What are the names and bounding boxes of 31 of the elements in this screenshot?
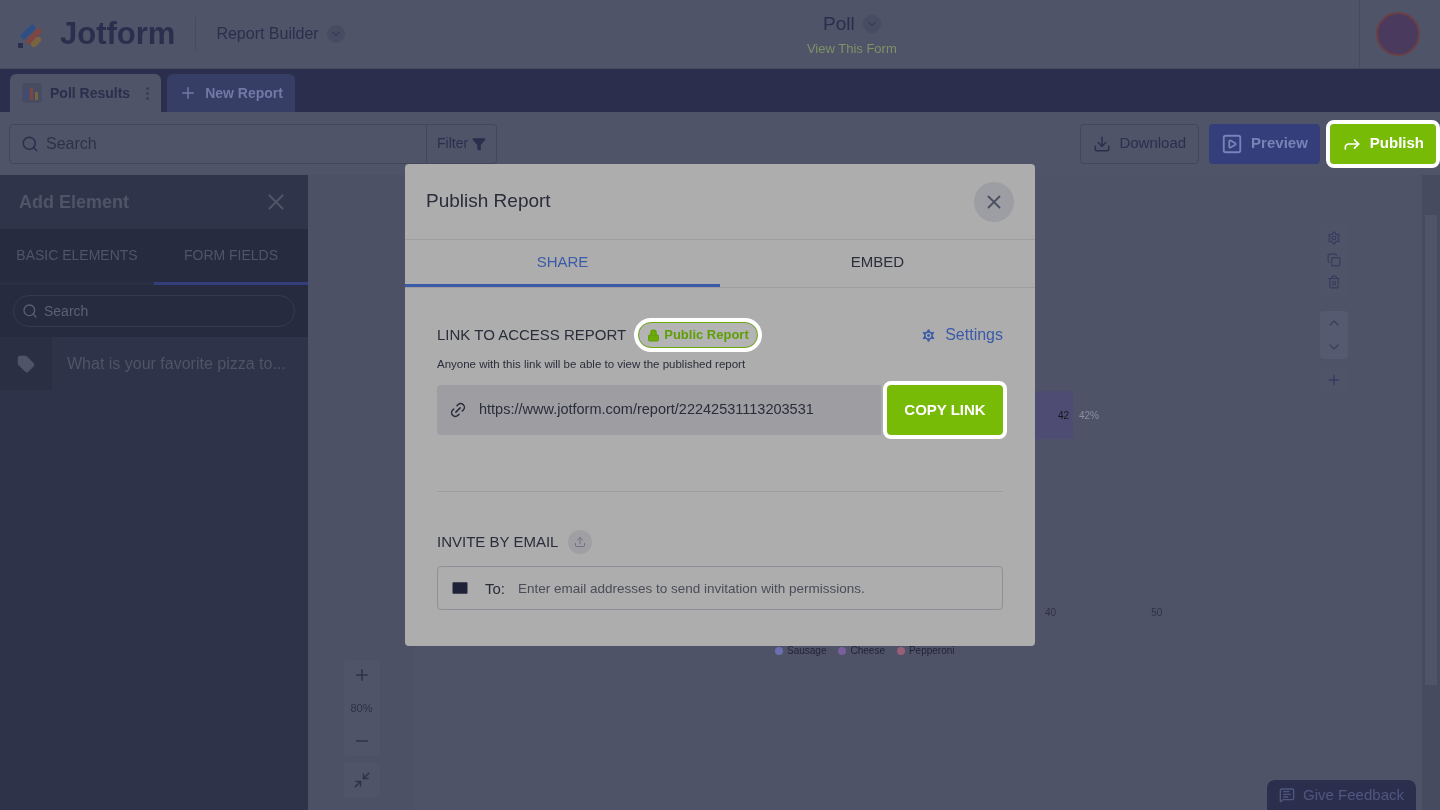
shrink-arrows-icon — [352, 771, 371, 789]
dialog-title: Publish Report — [426, 189, 551, 214]
feedback-icon — [1279, 787, 1296, 803]
search-icon — [21, 134, 39, 153]
bar-value: 42 — [1057, 408, 1069, 423]
search-icon — [22, 303, 38, 319]
bar-percent: 42% — [1079, 409, 1099, 423]
settings-link[interactable]: Settings — [920, 323, 1003, 347]
play-icon — [1221, 132, 1244, 155]
close-button[interactable] — [974, 181, 1014, 222]
dialog-tab[interactable]: EMBED — [720, 240, 1035, 287]
section-heading: LINK TO ACCESS REPORT — [437, 324, 627, 345]
section-heading: INVITE BY EMAIL — [437, 532, 559, 552]
settings-icon[interactable] — [1327, 231, 1341, 245]
bar-chart-icon — [22, 83, 42, 103]
upload-icon[interactable] — [568, 530, 593, 555]
download-icon — [1093, 134, 1112, 153]
report-link-field[interactable]: https://www.jotform.com/report/22242531113203531 — [437, 385, 881, 436]
trash-icon[interactable] — [1327, 275, 1341, 289]
to-label: To: — [485, 579, 505, 600]
new-report-tab[interactable]: New Report — [167, 74, 295, 112]
lock-icon — [647, 328, 661, 342]
dialog-tab[interactable]: SHARE — [405, 240, 720, 287]
funnel-icon — [472, 136, 487, 151]
avatar[interactable] — [1376, 12, 1420, 56]
link-hint: Anyone with this link will be able to view the published report — [437, 357, 747, 372]
preview-button[interactable]: Preview — [1209, 123, 1320, 164]
view-form-link[interactable]: View This Form — [806, 38, 897, 58]
tag-icon — [17, 354, 35, 373]
duplicate-icon[interactable] — [1327, 253, 1341, 267]
plus-icon — [1326, 372, 1342, 388]
